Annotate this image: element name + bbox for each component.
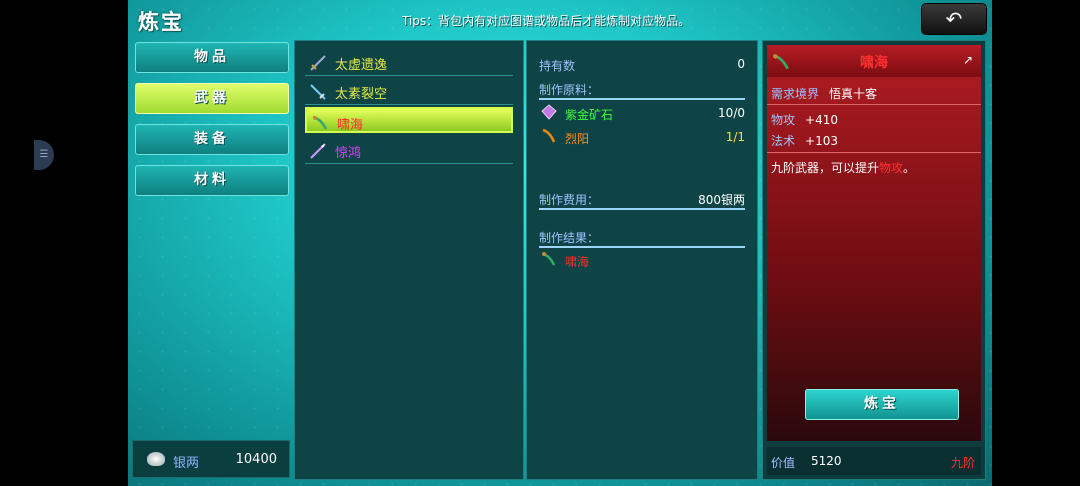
magic-label: 法术 xyxy=(771,134,796,148)
info-body: 需求境界 悟真十客 物攻 +410 法术 +103 九阶武器，可以提升物攻。 炼宝 xyxy=(767,77,981,441)
tips-text: Tips：背包内有对应图谱或物品后才能炼制对应物品。 xyxy=(402,14,691,28)
divider xyxy=(539,246,745,248)
material-name: 紫金矿石 xyxy=(565,108,614,122)
magic-value: +103 xyxy=(805,134,838,148)
item-info-panel: 啸海 ↗ 需求境界 悟真十客 物攻 +410 法术 +103 九阶武器，可以提升物攻。… xyxy=(762,40,986,480)
expand-icon[interactable]: ↗ xyxy=(963,53,973,67)
material-count: 10/0 xyxy=(718,106,745,120)
attack-row: 物攻 +410 xyxy=(771,111,838,128)
realm-value: 悟真十客 xyxy=(829,87,878,101)
blade-icon xyxy=(310,84,326,100)
money-display: 银两 10400 xyxy=(132,440,290,478)
divider xyxy=(539,98,745,100)
spear-icon xyxy=(310,143,326,159)
material-row: 烈阳 1/1 xyxy=(539,128,745,148)
magic-row: 法术 +103 xyxy=(771,132,838,149)
result-row: 啸海 xyxy=(539,251,745,271)
realm-row: 需求境界 悟真十客 xyxy=(771,85,877,102)
materials-label: 制作原料： xyxy=(539,83,600,97)
page-title: 炼宝 xyxy=(138,10,184,34)
item-description: 九阶武器，可以提升物攻。 xyxy=(771,159,915,176)
tier-label: 九阶 xyxy=(950,456,975,470)
attack-value: +410 xyxy=(805,113,838,127)
recipe-detail-panel: 持有数 0 制作原料： 紫金矿石 10/0 烈阳 1/1 制作费用： 800银两… xyxy=(526,40,758,480)
side-menu-handle[interactable]: ☰ xyxy=(34,140,54,170)
attack-label: 物攻 xyxy=(771,113,796,127)
purple-ore-icon xyxy=(541,104,557,120)
cost-row: 制作费用： 800银两 xyxy=(539,191,745,208)
money-value: 10400 xyxy=(235,452,277,467)
divider xyxy=(767,152,981,153)
refine-button[interactable]: 炼宝 xyxy=(805,389,959,420)
list-item[interactable]: 太虚遗逸 xyxy=(305,49,513,76)
divider xyxy=(767,104,981,105)
menu-icon: ☰ xyxy=(39,149,49,160)
weapon-list-panel: 太虚遗逸 太素裂空 啸海 惊鸿 xyxy=(294,40,524,480)
list-item[interactable]: 太素裂空 xyxy=(305,78,513,105)
tab-equipment[interactable]: 装备 xyxy=(135,124,289,155)
silver-ingot-icon xyxy=(147,452,165,466)
curved-blade-icon xyxy=(312,115,328,130)
refine-screen: 炼宝 Tips：背包内有对应图谱或物品后才能炼制对应物品。 ↶ 物品 武器 装备… xyxy=(128,0,992,486)
cost-label: 制作费用： xyxy=(539,193,600,207)
divider xyxy=(539,208,745,210)
price-value: 5120 xyxy=(811,454,842,468)
material-name: 烈阳 xyxy=(565,132,590,146)
info-item-name: 啸海 xyxy=(860,55,888,71)
cost-value: 800银两 xyxy=(698,193,745,207)
owned-value: 0 xyxy=(737,57,745,71)
owned-row: 持有数 0 xyxy=(539,57,745,74)
item-name: 啸海 xyxy=(337,118,364,133)
list-item[interactable]: 惊鸿 xyxy=(305,137,513,164)
desc-prefix: 九阶武器，可以提升 xyxy=(771,161,880,175)
price-row: 价值 5120 九阶 xyxy=(767,447,981,475)
result-label: 制作结果： xyxy=(539,231,600,245)
item-name: 太虚遗逸 xyxy=(335,58,388,73)
tab-materials[interactable]: 材料 xyxy=(135,165,289,196)
price-label: 价值 xyxy=(771,456,796,470)
desc-highlight: 物攻 xyxy=(879,161,904,175)
owned-label: 持有数 xyxy=(539,59,576,73)
item-name: 惊鸿 xyxy=(335,146,362,161)
material-row: 紫金矿石 10/0 xyxy=(539,104,745,124)
desc-suffix: 。 xyxy=(903,161,916,175)
material-count: 1/1 xyxy=(725,130,745,144)
back-button[interactable]: ↶ xyxy=(922,4,986,34)
info-header: 啸海 ↗ xyxy=(767,45,981,77)
tab-weapons[interactable]: 武器 xyxy=(135,83,289,114)
item-name: 太素裂空 xyxy=(335,87,388,102)
tab-items[interactable]: 物品 xyxy=(135,42,289,73)
realm-label: 需求境界 xyxy=(771,87,820,101)
flame-blade-icon xyxy=(542,128,556,143)
sword-icon xyxy=(310,55,326,71)
list-item-selected[interactable]: 啸海 xyxy=(305,107,513,133)
result-name: 啸海 xyxy=(565,255,590,269)
back-arrow-icon: ↶ xyxy=(945,7,963,31)
money-label: 银两 xyxy=(173,456,200,471)
curved-blade-icon xyxy=(542,252,556,266)
